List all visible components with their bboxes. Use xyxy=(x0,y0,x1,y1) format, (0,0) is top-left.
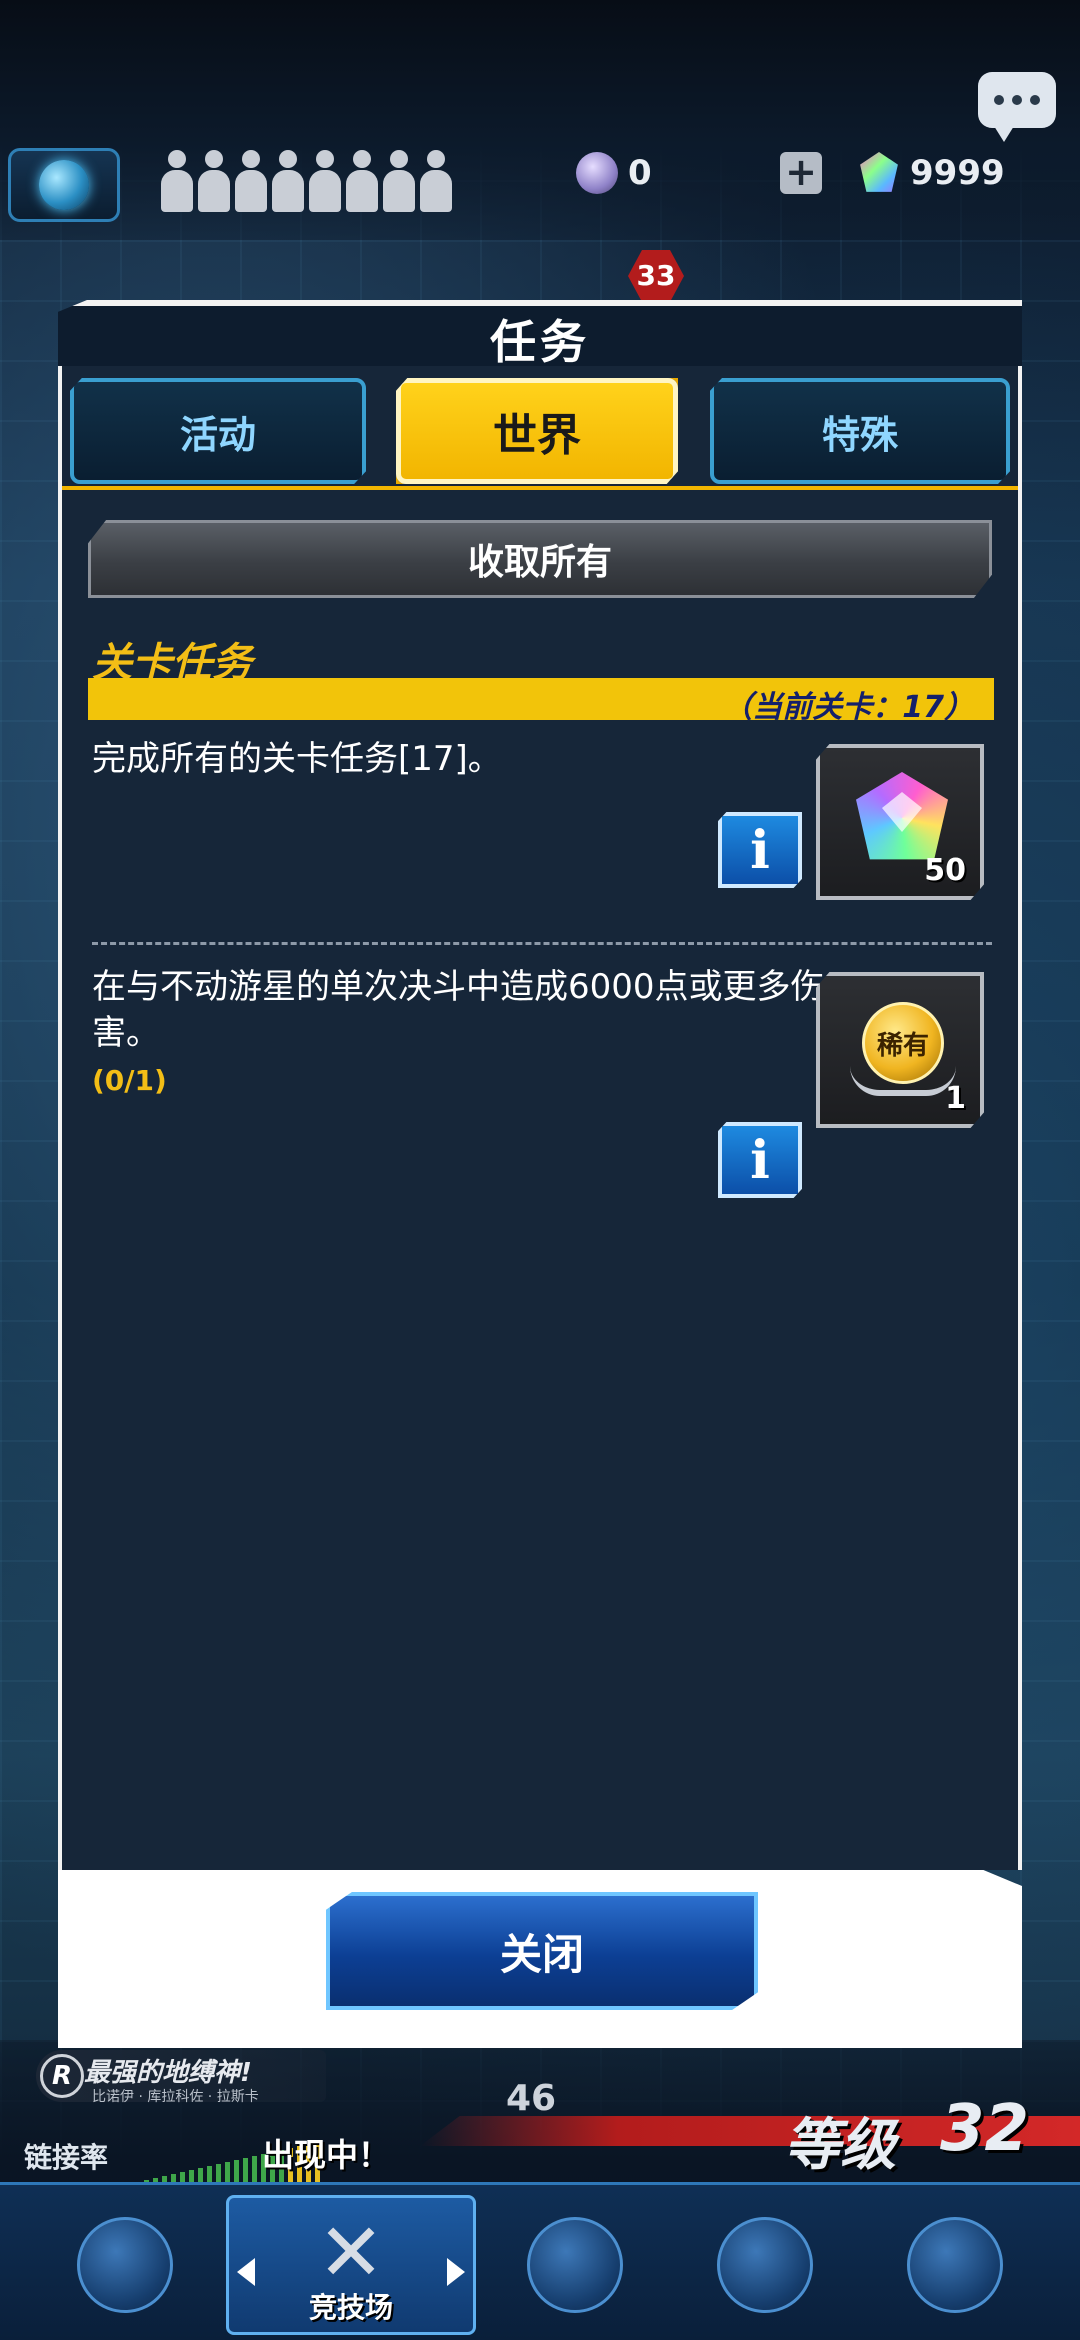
nav-arena[interactable]: ✕ 竞技场 xyxy=(226,2195,476,2335)
rank-value: 32 xyxy=(940,2092,1030,2166)
orb-count: 0 xyxy=(628,153,652,193)
gem-counter: 9999 xyxy=(858,148,1005,198)
banner-subtitle: 比诺伊 · 库拉科佐 · 拉斯卡 xyxy=(92,2089,259,2105)
guild-emblem-icon xyxy=(907,2217,1003,2313)
duelist-slots xyxy=(160,150,452,214)
nav-duelist[interactable] xyxy=(40,2195,210,2335)
gem-icon xyxy=(860,152,898,192)
pawn-icon xyxy=(382,150,415,214)
nav-shop[interactable] xyxy=(490,2195,660,2335)
gem-count: 9999 xyxy=(910,153,1005,193)
rank-label: 等级 xyxy=(784,2113,896,2178)
mission-dialog: 任务 活动 世界 特殊 收取所有 关卡任务 （当前关卡：17） 完成所有的关卡任… xyxy=(58,300,1022,2048)
pawn-icon xyxy=(160,150,193,214)
claim-all-button[interactable]: 收取所有 xyxy=(88,520,992,598)
add-currency-button[interactable]: + xyxy=(780,152,822,194)
globe-button[interactable] xyxy=(8,148,120,222)
banner-title: 最强的地缚神! xyxy=(84,2058,252,2088)
nav-arena-label: 竞技场 xyxy=(308,2291,393,2324)
pawn-icon xyxy=(419,150,452,214)
close-button[interactable]: 关闭 xyxy=(326,1892,758,2010)
medal-label: 稀有 xyxy=(876,1030,929,1061)
orb-counter: 0 xyxy=(576,148,652,198)
shop-cart-icon xyxy=(527,2217,623,2313)
current-stage: （当前关卡：17） xyxy=(722,690,974,725)
pawn-icon xyxy=(271,150,304,214)
crossed-swords-icon: ✕ xyxy=(317,2206,385,2299)
tab-underline xyxy=(62,486,1018,490)
dialog-title: 任务 xyxy=(490,315,590,369)
pawn-icon xyxy=(308,150,341,214)
section-bar: （当前关卡：17） xyxy=(88,678,994,725)
reward-quantity: 50 xyxy=(924,853,966,888)
pawn-icon xyxy=(197,150,230,214)
speech-bubble-icon[interactable] xyxy=(978,72,1056,142)
gate-counter: 46 xyxy=(506,2078,557,2119)
arrow-right-icon xyxy=(447,2258,465,2286)
tab-event[interactable]: 活动 xyxy=(70,378,366,484)
orb-icon xyxy=(576,152,618,194)
cards-icon xyxy=(717,2217,813,2313)
bottom-nav: ✕ 竞技场 xyxy=(0,2182,1080,2340)
globe-icon xyxy=(39,160,89,210)
mission-divider xyxy=(92,942,992,945)
info-button[interactable]: i xyxy=(718,812,802,888)
appearing-label: 出现中！ xyxy=(262,2136,391,2174)
arrow-left-icon xyxy=(237,2258,255,2286)
tab-special[interactable]: 特殊 xyxy=(710,378,1010,484)
reward-box[interactable]: 50 xyxy=(816,744,984,900)
mission-progress: (0/1) xyxy=(92,1064,167,1097)
nav-guild[interactable] xyxy=(870,2195,1040,2335)
mission-tabs: 活动 世界 特殊 xyxy=(70,378,1010,488)
nav-cards[interactable] xyxy=(680,2195,850,2335)
pawn-icon xyxy=(234,150,267,214)
tab-world[interactable]: 世界 xyxy=(396,378,678,484)
mission-text: 完成所有的关卡任务[17]。 xyxy=(92,739,502,779)
reward-box[interactable]: 稀有 1 xyxy=(816,972,984,1128)
wreath-icon xyxy=(850,1066,956,1096)
r-logo-icon: R xyxy=(40,2054,84,2098)
link-rate-label: 链接率 xyxy=(24,2141,109,2174)
info-button[interactable]: i xyxy=(718,1122,802,1198)
duelist-gear-icon xyxy=(77,2217,173,2313)
reward-quantity: 1 xyxy=(945,1081,966,1116)
mission-text: 在与不动游星的单次决斗中造成6000点或更多伤害。 xyxy=(92,967,825,1053)
gem-icon xyxy=(856,772,948,860)
pawn-icon xyxy=(345,150,378,214)
